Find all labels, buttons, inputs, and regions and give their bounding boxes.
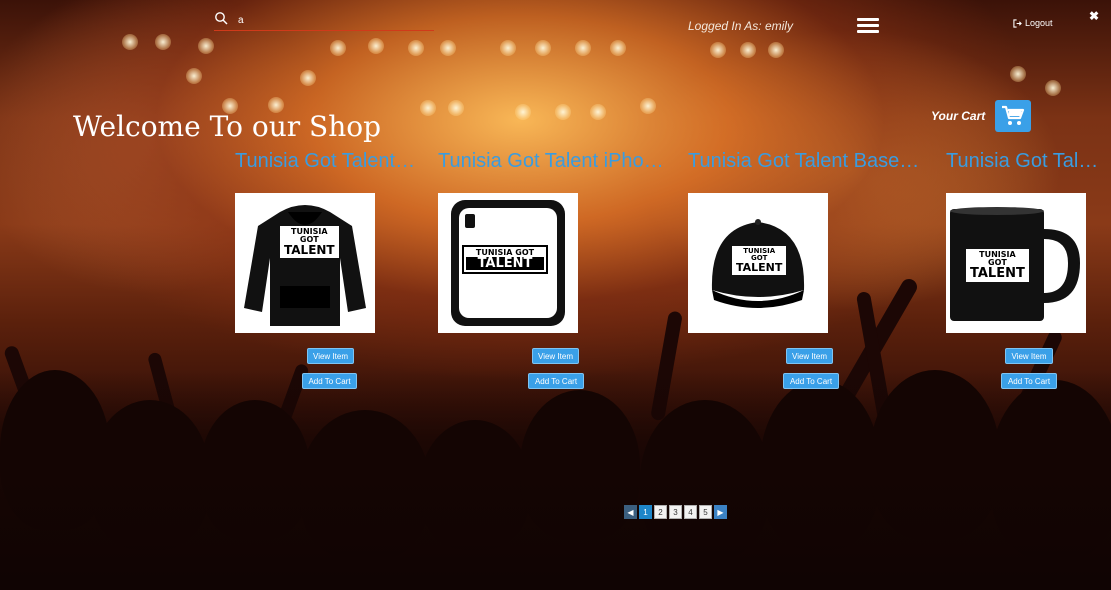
view-item-button[interactable]: View Item	[1005, 348, 1053, 364]
add-to-cart-button[interactable]: Add To Cart	[302, 373, 357, 389]
product-logo: TUNISIA GOT TALENT	[462, 245, 548, 274]
product-title[interactable]: Tunisia Got Talent Base Cap	[688, 150, 924, 173]
shopping-cart-icon	[1002, 105, 1025, 125]
search-bar	[214, 10, 434, 31]
prev-page-button[interactable]: ◀	[624, 505, 637, 519]
logo-line2: TALENT	[284, 243, 335, 257]
menu-icon[interactable]	[857, 18, 879, 34]
page-2-button[interactable]: 2	[654, 505, 667, 519]
search-input[interactable]	[236, 10, 430, 30]
logout-icon	[1013, 18, 1022, 28]
logout-label: Logout	[1025, 18, 1053, 28]
page-5-button[interactable]: 5	[699, 505, 712, 519]
logged-in-status: Logged In As: emily	[688, 19, 793, 33]
page-title: Welcome To our Shop	[73, 110, 382, 143]
search-icon[interactable]	[214, 11, 228, 25]
add-to-cart-button[interactable]: Add To Cart	[1001, 373, 1057, 389]
product-title[interactable]: Tunisia Got Talent iPhone Case	[438, 150, 670, 173]
page-4-button[interactable]: 4	[684, 505, 697, 519]
product-logo: TUNISIA GOT TALENT	[280, 226, 339, 258]
your-cart: Your Cart	[931, 100, 1032, 132]
page-1-button[interactable]: 1	[639, 505, 652, 519]
add-to-cart-button[interactable]: Add To Cart	[783, 373, 839, 389]
logout-button[interactable]: Logout	[1013, 18, 1053, 28]
logo-line2: TALENT	[736, 261, 783, 274]
page-3-button[interactable]: 3	[669, 505, 682, 519]
product-logo: TUNISIA GOT TALENT	[966, 249, 1029, 282]
next-page-button[interactable]: ▶	[714, 505, 727, 519]
product-title[interactable]: Tunisia Got Talent Hoodie	[235, 150, 420, 173]
logo-line1: TUNISIA GOT	[743, 247, 776, 262]
view-item-button[interactable]: View Item	[786, 348, 833, 364]
logo-line1: TUNISIA GOT	[291, 227, 328, 244]
close-icon[interactable]: ✖	[1089, 9, 1099, 23]
product-title[interactable]: Tunisia Got Talent Mug	[946, 150, 1101, 173]
cart-button[interactable]	[995, 100, 1032, 132]
crowd-silhouette	[0, 276, 1111, 590]
logo-line1: TUNISIA GOT	[979, 250, 1016, 267]
cart-label: Your Cart	[931, 109, 986, 123]
pagination: ◀ 1 2 3 4 5 ▶	[624, 505, 727, 519]
logo-line2: TALENT	[466, 257, 544, 270]
hoodie-image	[244, 205, 366, 326]
view-item-button[interactable]: View Item	[532, 348, 579, 364]
add-to-cart-button[interactable]: Add To Cart	[528, 373, 584, 389]
view-item-button[interactable]: View Item	[307, 348, 354, 364]
product-image[interactable]	[235, 193, 375, 333]
logo-line2: TALENT	[970, 266, 1025, 281]
product-logo: TUNISIA GOT TALENT	[732, 246, 787, 275]
